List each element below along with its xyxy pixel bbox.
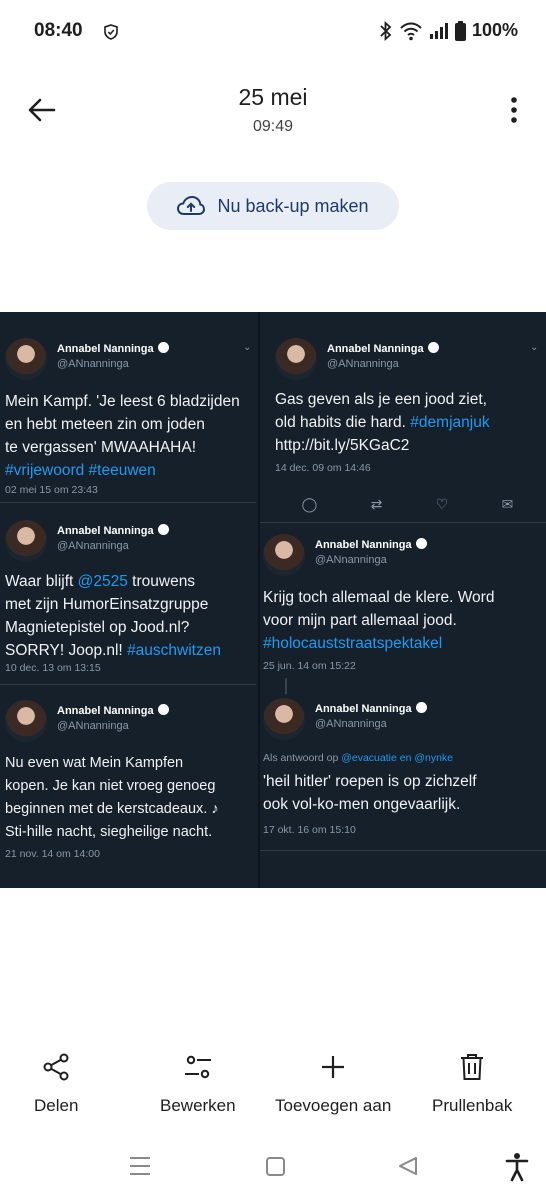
edit-sliders-icon (184, 1055, 211, 1079)
share-icon (43, 1053, 69, 1081)
more-options-icon[interactable] (510, 96, 518, 124)
home-icon[interactable] (266, 1157, 285, 1176)
avatar (263, 534, 305, 576)
edit-label: Bewerken (160, 1096, 236, 1115)
wifi-icon (400, 22, 422, 40)
verified-badge-icon (157, 342, 169, 353)
backup-now-button[interactable]: Nu back-up maken (147, 182, 399, 230)
verified-badge-icon (157, 704, 169, 715)
tweet-author: Annabel Nanninga (315, 703, 412, 715)
photo-time: 09:49 (252, 118, 294, 135)
message-icon: ✉ (501, 496, 514, 512)
verified-badge-icon (157, 524, 169, 535)
cloud-upload-icon (177, 196, 206, 215)
tweet-author: Annabel Nanninga (57, 525, 154, 537)
add-to-label: Toevoegen aan (275, 1096, 392, 1115)
tweet-date: 25 jun. 14 om 15:22 (263, 660, 356, 672)
tweet-author: Annabel Nanninga (57, 343, 154, 355)
tweet-handle: @ANnanninga (315, 718, 387, 730)
status-icons: 100% (379, 20, 518, 41)
tweet-handle: @ANnanninga (57, 720, 129, 732)
avatar (5, 338, 47, 380)
tweet-date: 14 dec. 09 om 14:46 (275, 462, 371, 474)
status-time: 08:40 (34, 20, 83, 41)
share-label: Delen (34, 1096, 79, 1115)
reply-to-line: Als antwoord op @evacuatie en @nynke (263, 752, 454, 764)
tweet-handle: @ANnanninga (57, 540, 129, 552)
reply-icon: ◯ (301, 496, 318, 512)
tweet-text: Nu even wat Mein Kampfen kopen. Je kan n… (5, 755, 219, 840)
avatar (5, 700, 47, 742)
plus-icon (322, 1056, 345, 1078)
tweet-date: 02 mei 15 om 23:43 (5, 484, 98, 496)
share-button[interactable]: Delen (34, 1052, 78, 1116)
trash-button[interactable]: Prullenbak (432, 1052, 512, 1116)
trash-icon (461, 1054, 484, 1080)
edit-button[interactable]: Bewerken (160, 1052, 236, 1116)
retweet-icon: ⇄ (370, 496, 383, 512)
like-icon: ♡ (435, 496, 449, 512)
tweet-text: 'heil hitler' roepen is op zichzelf ook … (263, 773, 477, 813)
chevron-down-icon: ⌄ (243, 342, 252, 353)
verified-badge-icon (415, 702, 427, 713)
tweet-text: Mein Kampf. 'Je leest 6 bladzijden en he… (5, 393, 240, 479)
backup-now-label: Nu back-up maken (217, 195, 369, 216)
tweet-author: Annabel Nanninga (327, 343, 424, 355)
avatar (275, 338, 317, 380)
avatar (5, 520, 47, 562)
tweet-author: Annabel Nanninga (57, 705, 154, 717)
tweet-date: 21 nov. 14 om 14:00 (5, 848, 100, 860)
tweet-handle: @ANnanninga (315, 554, 387, 566)
photo-date: 25 mei (238, 84, 308, 110)
add-to-button[interactable]: Toevoegen aan (275, 1052, 391, 1116)
battery-level: 100% (471, 20, 518, 40)
system-navigation-bar (130, 1153, 529, 1182)
chevron-down-icon: ⌄ (530, 342, 539, 353)
trash-label: Prullenbak (432, 1096, 513, 1115)
tweet-actions: ◯ ⇄ ♡ ✉ (275, 496, 540, 513)
verified-badge-icon (415, 538, 427, 549)
bluetooth-icon (380, 20, 392, 41)
shield-icon (104, 24, 118, 40)
tweet-author: Annabel Nanninga (315, 539, 412, 551)
signal-icon (429, 22, 448, 39)
battery-icon (454, 20, 466, 41)
tweet-text: Krijg toch allemaal de klere. Word voor … (263, 589, 495, 652)
avatar (263, 698, 305, 740)
tweet-date: 10 dec. 13 om 13:15 (5, 662, 101, 674)
tweet-text: Gas geven als je een jood ziet, old habi… (275, 391, 490, 454)
tweet-handle: @ANnanninga (327, 358, 399, 370)
accessibility-icon[interactable] (505, 1153, 529, 1182)
tweet-date: 17 okt. 16 om 15:10 (263, 824, 356, 836)
photo-image[interactable]: Annabel Nanninga @ANnanninga Mein Kampf.… (0, 312, 546, 888)
recent-apps-icon[interactable] (130, 1157, 150, 1175)
tweet-handle: @ANnanninga (57, 358, 129, 370)
back-triangle-icon[interactable] (399, 1157, 417, 1175)
tweet-text: Waar blijft @2525 trouwens met zijn Humo… (5, 573, 221, 659)
verified-badge-icon (427, 342, 439, 353)
